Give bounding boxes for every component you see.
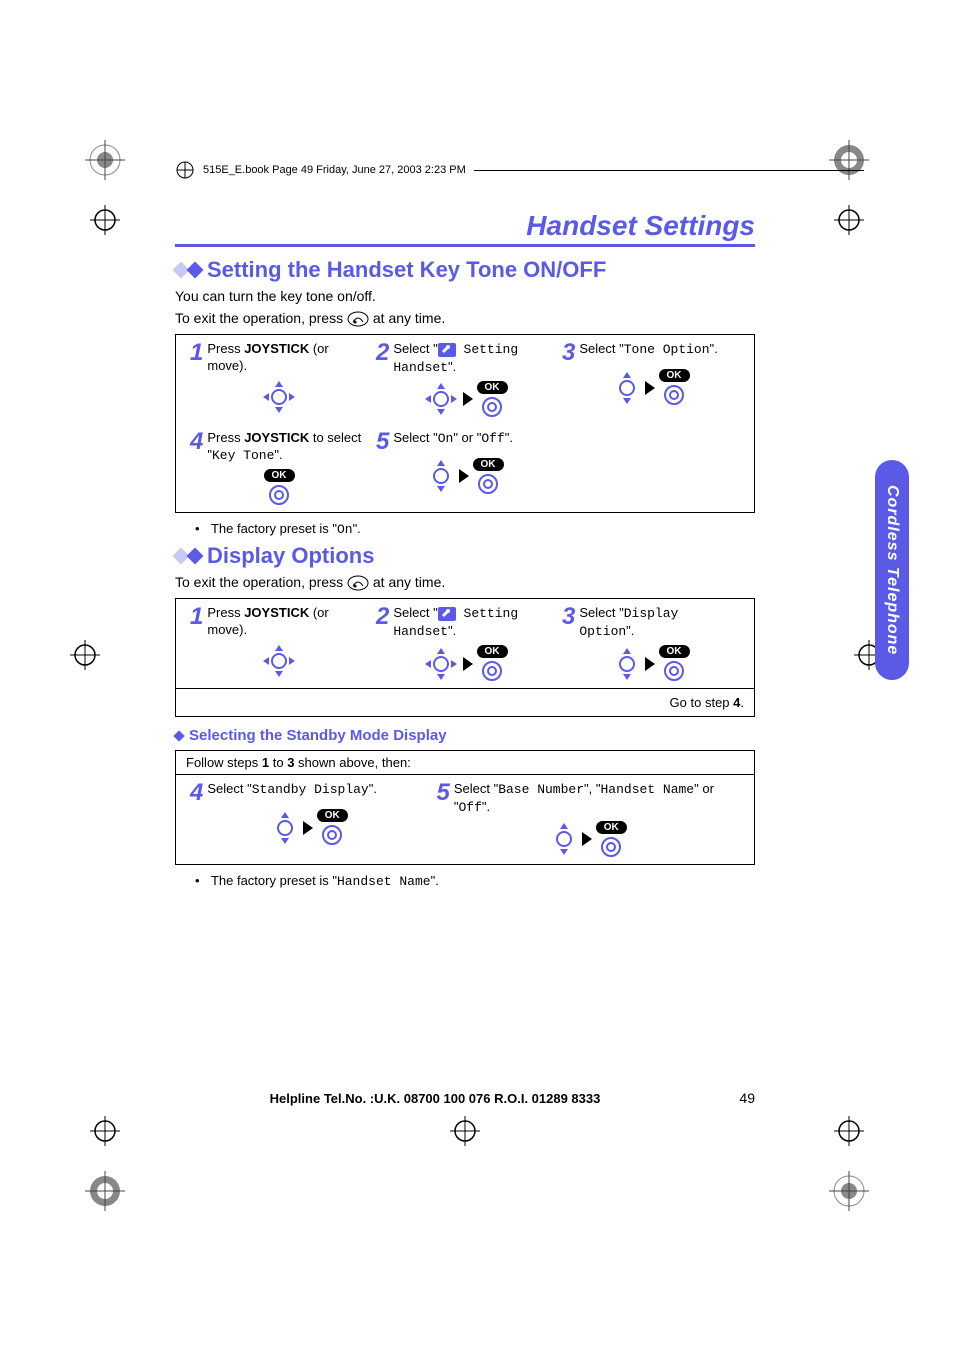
subsection-heading-text: Selecting the Standby Mode Display	[189, 727, 447, 744]
ok-button-icon: OK	[477, 381, 508, 418]
step-number: 4	[190, 430, 203, 454]
steps-box-display: 1 Press JOYSTICK (or move). 2 Select " S…	[175, 598, 755, 717]
register-mark-icon	[85, 1171, 125, 1211]
step-text: Select "On" or "Off".	[393, 430, 513, 448]
subsection-heading-standby: Selecting the Standby Mode Display	[175, 727, 755, 744]
crosshair-icon	[90, 1116, 120, 1146]
book-icon	[175, 160, 195, 180]
section-heading-text: Setting the Handset Key Tone ON/OFF	[207, 257, 606, 283]
section-heading-display: Display Options	[175, 543, 755, 569]
ok-button-icon: OK	[473, 458, 504, 495]
step-text: Press JOYSTICK (or move).	[207, 341, 368, 375]
crosshair-icon	[450, 1116, 480, 1146]
arrow-right-icon	[645, 657, 655, 671]
step-text: Select " Setting Handset".	[393, 341, 554, 377]
step-number: 5	[376, 430, 389, 454]
page-number: 49	[695, 1090, 755, 1106]
factory-preset-note: The factory preset is "On".	[195, 521, 755, 537]
register-mark-icon	[85, 140, 125, 180]
footer: Helpline Tel.No. :U.K. 08700 100 076 R.O…	[175, 1090, 755, 1106]
intro-text: To exit the operation, press at any time…	[175, 309, 755, 329]
ok-button-icon: OK	[659, 645, 690, 682]
joystick-4way-icon	[261, 643, 297, 679]
intro-text: You can turn the key tone on/off.	[175, 287, 755, 307]
cancel-icon	[347, 575, 369, 591]
wrench-icon	[438, 343, 456, 357]
title-rule	[175, 244, 755, 247]
wrench-icon	[438, 607, 456, 621]
arrow-right-icon	[463, 657, 473, 671]
joystick-updown-icon	[427, 458, 455, 494]
steps-box-keytone: 1 Press JOYSTICK (or move). 2 Select " S…	[175, 334, 755, 513]
step-number: 1	[190, 341, 203, 365]
joystick-4way-icon	[423, 381, 459, 417]
joystick-updown-icon	[613, 646, 641, 682]
goto-step-note: Go to step 4.	[176, 688, 754, 716]
joystick-updown-icon	[550, 821, 578, 857]
ok-button-icon: OK	[477, 645, 508, 682]
ok-button-icon: OK	[659, 369, 690, 406]
crosshair-icon	[834, 1116, 864, 1146]
page-title: Handset Settings	[175, 210, 755, 242]
crosshair-icon	[70, 640, 100, 670]
step-text: Select "Base Number", "Handset Name" or …	[454, 781, 740, 817]
section-tab-label: Cordless Telephone	[883, 485, 901, 655]
step-text: Select "Tone Option".	[579, 341, 717, 359]
intro-text: To exit the operation, press at any time…	[175, 573, 755, 593]
section-heading-keytone: Setting the Handset Key Tone ON/OFF	[175, 257, 755, 283]
section-tab: Cordless Telephone	[875, 460, 909, 680]
arrow-right-icon	[645, 381, 655, 395]
section-heading-text: Display Options	[207, 543, 374, 569]
step-number: 3	[562, 341, 575, 365]
joystick-updown-icon	[271, 810, 299, 846]
step-number: 1	[190, 605, 203, 629]
arrow-right-icon	[303, 821, 313, 835]
step-number: 3	[562, 605, 575, 629]
ok-button-icon: OK	[317, 809, 348, 846]
ok-button-icon: OK	[596, 821, 627, 858]
follow-steps-note: Follow steps 1 to 3 shown above, then:	[176, 751, 754, 770]
step-text: Press JOYSTICK (or move).	[207, 605, 368, 639]
step-text: Select "Standby Display".	[207, 781, 377, 799]
register-mark-icon	[829, 1171, 869, 1211]
meta-bar: 515E_E.book Page 49 Friday, June 27, 200…	[175, 160, 864, 180]
crosshair-icon	[834, 205, 864, 235]
joystick-4way-icon	[261, 379, 297, 415]
joystick-4way-icon	[423, 646, 459, 682]
step-text: Select "Display Option".	[579, 605, 740, 641]
step-number: 5	[436, 781, 449, 805]
cancel-icon	[347, 311, 369, 327]
arrow-right-icon	[459, 469, 469, 483]
joystick-updown-icon	[613, 370, 641, 406]
meta-text: 515E_E.book Page 49 Friday, June 27, 200…	[203, 164, 466, 176]
factory-preset-note: The factory preset is "Handset Name".	[195, 873, 755, 889]
helpline-text: Helpline Tel.No. :U.K. 08700 100 076 R.O…	[175, 1091, 695, 1106]
arrow-right-icon	[582, 832, 592, 846]
step-number: 4	[190, 781, 203, 805]
ok-button-icon: OK	[264, 469, 295, 506]
step-number: 2	[376, 605, 389, 629]
crosshair-icon	[90, 205, 120, 235]
step-text: Select " Setting Handset".	[393, 605, 554, 641]
arrow-right-icon	[463, 392, 473, 406]
steps-box-standby: Follow steps 1 to 3 shown above, then: 4…	[175, 750, 755, 865]
step-text: Press JOYSTICK to select "Key Tone".	[207, 430, 368, 465]
step-number: 2	[376, 341, 389, 365]
